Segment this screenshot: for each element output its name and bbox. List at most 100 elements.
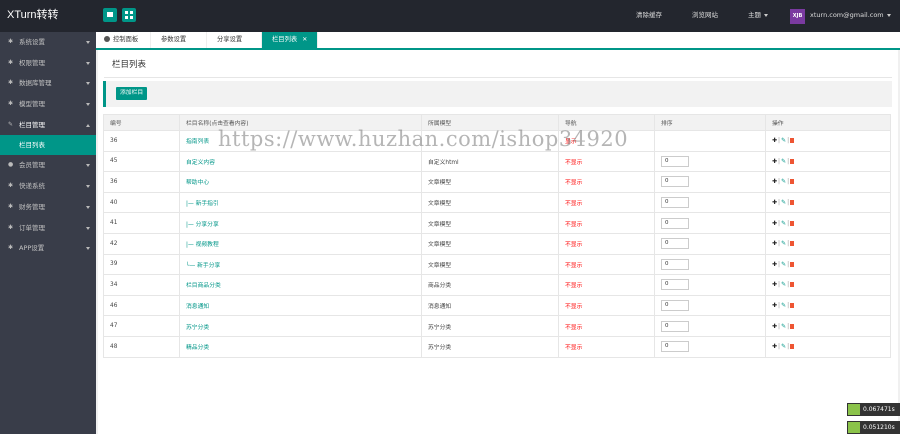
order-input[interactable]: 0 bbox=[661, 341, 689, 353]
add-icon[interactable]: ✚ bbox=[772, 281, 777, 288]
cell-name-link[interactable]: |— 新手指引 bbox=[179, 191, 422, 214]
order-input[interactable]: 0 bbox=[661, 320, 689, 332]
order-input[interactable]: 0 bbox=[661, 197, 689, 209]
avatar[interactable]: XJB bbox=[790, 9, 805, 24]
sidebar-item[interactable]: ✱ 财务管理 bbox=[0, 197, 96, 218]
delete-icon[interactable] bbox=[790, 220, 795, 226]
add-icon[interactable]: ✚ bbox=[772, 343, 777, 350]
edit-icon[interactable]: ✎ bbox=[781, 178, 786, 185]
cell-actions: ✚|✎| bbox=[765, 335, 891, 358]
delete-icon[interactable] bbox=[790, 158, 795, 164]
cell-name-link[interactable]: 帮助中心 bbox=[179, 171, 422, 193]
cell-name-link[interactable]: 栏目商品分类 bbox=[179, 274, 422, 296]
cell-name-link[interactable]: 精品分类 bbox=[179, 335, 422, 358]
cell-order: 0 bbox=[654, 212, 766, 234]
tab-column-list[interactable]: 栏目列表 ✕ bbox=[262, 32, 318, 48]
sidebar-item[interactable]: ✱ 数据库管理 bbox=[0, 73, 96, 94]
delete-icon[interactable] bbox=[790, 241, 795, 247]
order-input[interactable]: 0 bbox=[661, 300, 689, 312]
add-icon[interactable]: ✚ bbox=[772, 158, 777, 165]
delete-icon[interactable] bbox=[790, 303, 795, 309]
separator: | bbox=[778, 322, 781, 330]
sidebar-subitem[interactable]: 栏目列表 bbox=[0, 135, 96, 156]
cell-name-link[interactable]: |— 视频教程 bbox=[179, 232, 422, 255]
add-column-button[interactable]: 添加栏目 bbox=[116, 87, 148, 100]
cell-id: 41 bbox=[103, 212, 180, 234]
user-icon: ● bbox=[8, 161, 14, 169]
delete-icon[interactable] bbox=[790, 323, 795, 329]
grid-button[interactable] bbox=[122, 8, 136, 22]
delete-icon[interactable] bbox=[790, 138, 795, 144]
user-menu[interactable]: xturn.com@gmail.com bbox=[810, 0, 891, 32]
cell-name-link[interactable]: 消息通知 bbox=[179, 294, 422, 317]
cell-id: 34 bbox=[103, 274, 180, 296]
tab-params[interactable]: 参数设置 bbox=[151, 32, 207, 48]
delete-icon[interactable] bbox=[790, 344, 795, 350]
sidebar-item[interactable]: ✱ 系统设置 bbox=[0, 32, 96, 53]
add-icon[interactable]: ✚ bbox=[772, 240, 777, 247]
add-icon[interactable]: ✚ bbox=[772, 137, 777, 144]
main-content: 栏目列表 添加栏目 编号 栏目名称(点击查看内容) 所属模型 导航 排序 操作 … bbox=[98, 50, 898, 434]
order-input[interactable]: 0 bbox=[661, 238, 689, 250]
sidebar-item-label: 订单管理 bbox=[19, 223, 45, 232]
cell-name-link[interactable]: |— 分享分享 bbox=[179, 212, 422, 234]
edit-icon[interactable]: ✎ bbox=[781, 240, 786, 247]
add-icon[interactable]: ✚ bbox=[772, 178, 777, 185]
row-actions: ✚|✎| bbox=[772, 322, 795, 330]
sidebar-item[interactable]: ✱ 快递系统 bbox=[0, 176, 96, 197]
close-icon[interactable]: ✕ bbox=[302, 36, 307, 43]
cell-id: 48 bbox=[103, 335, 180, 358]
cell-model: 文章模型 bbox=[421, 232, 559, 255]
order-input[interactable]: 0 bbox=[661, 176, 689, 188]
separator: | bbox=[787, 219, 790, 227]
toggle-sidebar-button[interactable] bbox=[103, 8, 117, 22]
cell-order: 0 bbox=[654, 150, 766, 173]
edit-icon[interactable]: ✎ bbox=[781, 343, 786, 350]
brand-logo[interactable]: XTurn转转 bbox=[0, 0, 96, 32]
sidebar-item[interactable]: ✱ 订单管理 bbox=[0, 218, 96, 239]
sidebar-item-label: 数据库管理 bbox=[19, 79, 52, 88]
cell-name-link[interactable]: └— 新手分享 bbox=[179, 253, 422, 276]
add-icon[interactable]: ✚ bbox=[772, 220, 777, 227]
clear-cache-link[interactable]: 清除缓存 bbox=[636, 0, 662, 32]
theme-menu[interactable]: 主题 bbox=[748, 0, 768, 32]
add-icon[interactable]: ✚ bbox=[772, 261, 777, 268]
tab-share[interactable]: 分享设置 bbox=[207, 32, 262, 48]
cell-name-link[interactable]: 自定义内容 bbox=[179, 150, 422, 173]
wrench-icon: ✱ bbox=[8, 38, 14, 45]
delete-icon[interactable] bbox=[790, 179, 795, 185]
edit-icon[interactable]: ✎ bbox=[781, 158, 786, 165]
browse-site-link[interactable]: 浏览网站 bbox=[692, 0, 718, 32]
row-actions: ✚|✎| bbox=[772, 199, 795, 206]
edit-icon[interactable]: ✎ bbox=[781, 323, 786, 330]
add-icon[interactable]: ✚ bbox=[772, 199, 777, 206]
order-input[interactable]: 0 bbox=[661, 217, 689, 229]
sidebar-item-label: 财务管理 bbox=[19, 202, 45, 211]
delete-icon[interactable] bbox=[790, 200, 795, 206]
edit-icon[interactable]: ✎ bbox=[781, 302, 786, 309]
add-icon[interactable]: ✚ bbox=[772, 302, 777, 309]
separator: | bbox=[778, 240, 781, 248]
sidebar-item[interactable]: ● 会员管理 bbox=[0, 155, 96, 176]
cell-name-link[interactable]: 苏宁分类 bbox=[179, 315, 422, 337]
edit-icon[interactable]: ✎ bbox=[781, 281, 786, 288]
order-input[interactable]: 0 bbox=[661, 258, 689, 270]
cell-order: 0 bbox=[654, 274, 766, 296]
sidebar-item[interactable]: ✱ APP设置 bbox=[0, 238, 96, 259]
cell-id: 36 bbox=[103, 130, 180, 152]
tab-dashboard[interactable]: 控制面板 bbox=[96, 32, 151, 48]
delete-icon[interactable] bbox=[790, 282, 795, 288]
separator: | bbox=[787, 178, 790, 186]
cell-nav-status: 不显示 bbox=[558, 335, 655, 358]
order-input[interactable]: 0 bbox=[661, 279, 689, 291]
delete-icon[interactable] bbox=[790, 261, 795, 267]
edit-icon[interactable]: ✎ bbox=[781, 261, 786, 268]
add-icon[interactable]: ✚ bbox=[772, 323, 777, 330]
sidebar-item[interactable]: ✎ 栏目管理 bbox=[0, 115, 96, 136]
sidebar-item[interactable]: ✱ 权限管理 bbox=[0, 53, 96, 74]
edit-icon[interactable]: ✎ bbox=[781, 220, 786, 227]
edit-icon[interactable]: ✎ bbox=[781, 199, 786, 206]
edit-icon[interactable]: ✎ bbox=[781, 137, 786, 144]
sidebar-item[interactable]: ✱ 模型管理 bbox=[0, 94, 96, 115]
order-input[interactable]: 0 bbox=[661, 155, 689, 167]
